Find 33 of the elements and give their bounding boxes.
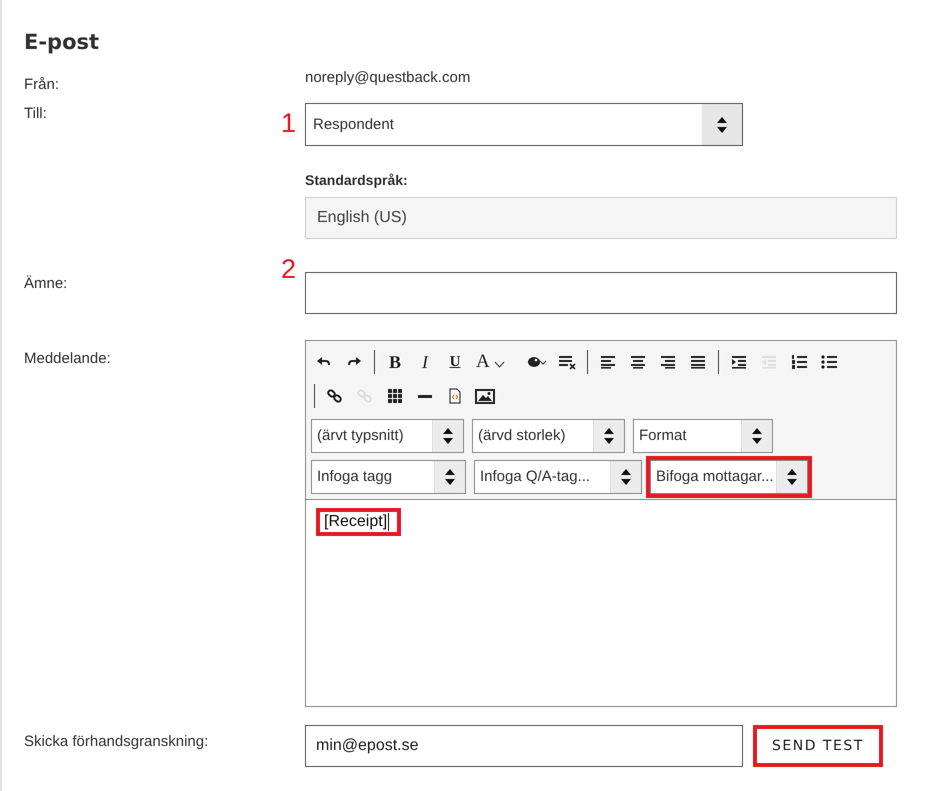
field-label: Skicka förhandsgranskning: bbox=[24, 733, 208, 750]
sort-arrows-icon bbox=[443, 428, 453, 444]
recipient-select[interactable]: Respondent bbox=[305, 103, 743, 146]
language-field: English (US) bbox=[305, 197, 897, 239]
field-label: Ämne: bbox=[24, 275, 68, 292]
editor-dropdown[interactable]: Infoga tagg bbox=[311, 460, 466, 494]
editor-dropdown[interactable]: Infoga Q/A-tag... bbox=[474, 460, 642, 494]
editor-dropdown[interactable]: (ärvt typsnitt) bbox=[311, 418, 464, 452]
email-field[interactable]: min@epost.se bbox=[305, 725, 743, 767]
sort-arrows-icon bbox=[621, 468, 631, 484]
field-label: Standardspråk: bbox=[305, 172, 409, 188]
bold-button[interactable]: B bbox=[382, 349, 408, 375]
step-marker: 2 bbox=[281, 253, 296, 286]
sender-address: noreply@questback.com bbox=[305, 69, 472, 88]
textcolor-button[interactable]: A bbox=[472, 349, 520, 375]
send-test-button[interactable]: SEND TEST bbox=[753, 725, 883, 767]
italic-button[interactable]: I bbox=[412, 349, 438, 375]
sort-arrows-icon bbox=[787, 468, 797, 484]
subject-field[interactable] bbox=[305, 272, 897, 314]
sort-arrows-icon bbox=[445, 468, 455, 484]
section-title: E-post bbox=[24, 30, 100, 54]
step-marker: 1 bbox=[281, 107, 296, 140]
chevron-down-icon bbox=[494, 360, 505, 368]
editor-dropdown[interactable]: Bifoga mottagar... bbox=[650, 460, 808, 494]
sort-arrows-icon bbox=[717, 116, 727, 132]
sort-arrows-icon bbox=[752, 428, 762, 444]
field-label: Meddelande: bbox=[24, 350, 111, 367]
field-label: Till: bbox=[24, 105, 47, 122]
editor-dropdown[interactable]: Format bbox=[633, 418, 773, 452]
underline-button[interactable]: U bbox=[442, 349, 468, 375]
editor-dropdown[interactable]: (ärvd storlek) bbox=[472, 418, 625, 452]
sort-arrows-icon bbox=[604, 428, 614, 444]
field-label: Från: bbox=[24, 76, 60, 93]
